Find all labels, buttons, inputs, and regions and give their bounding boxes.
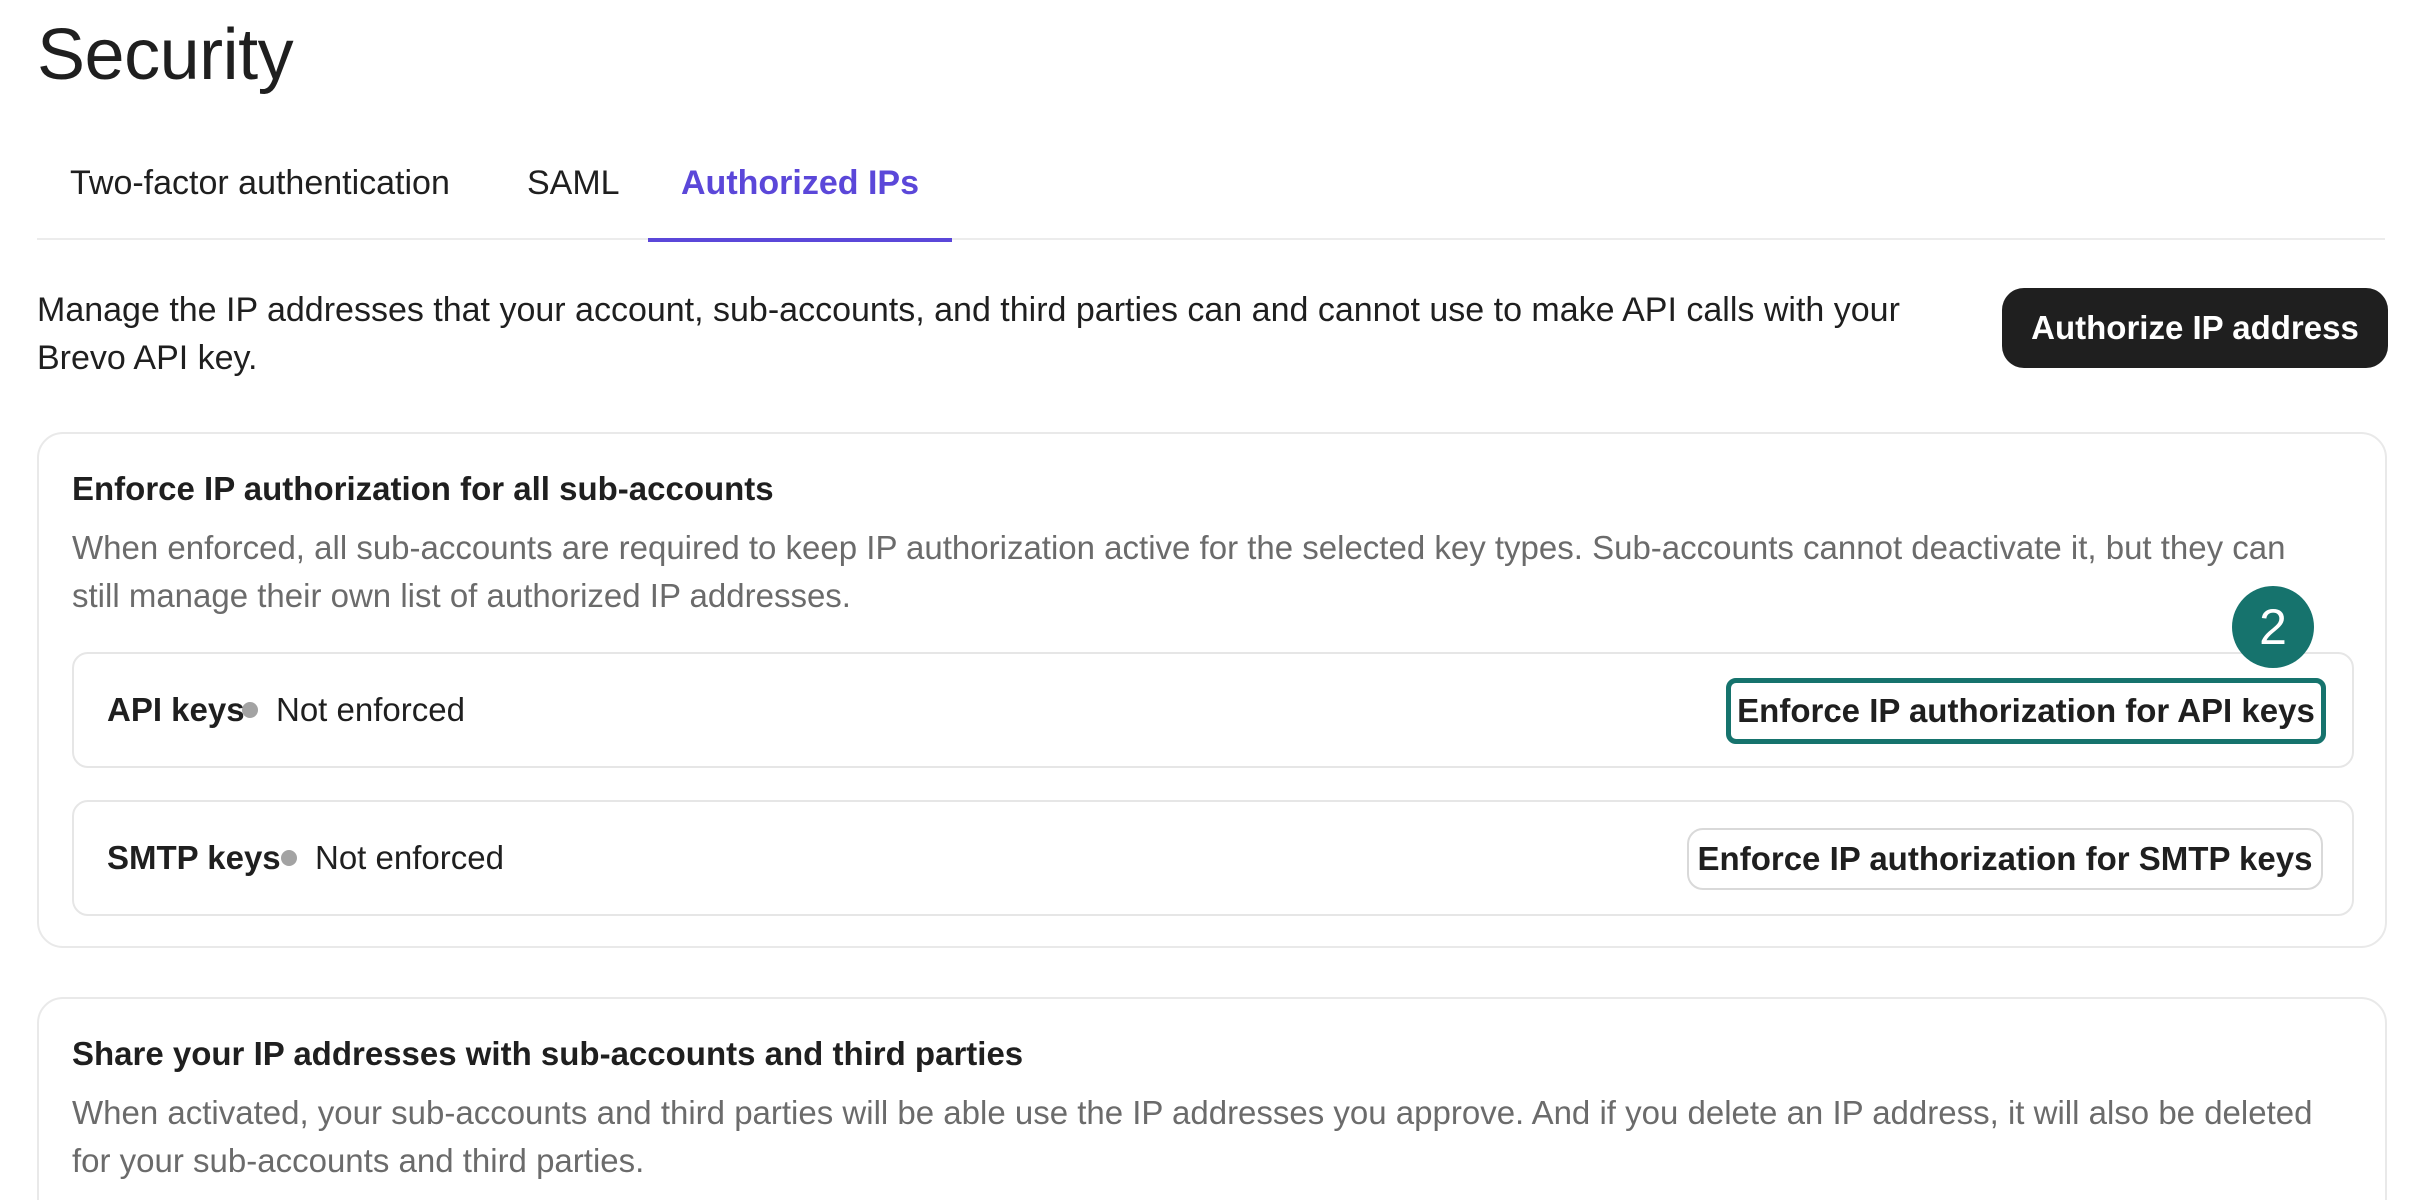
enforce-card-description: When enforced, all sub-accounts are requ… [72, 529, 2286, 614]
enforce-api-keys-button[interactable]: Enforce IP authorization for API keys [1726, 678, 2326, 744]
authorize-ip-address-button[interactable]: Authorize IP address [2002, 288, 2388, 368]
enforce-card-title: Enforce IP authorization for all sub-acc… [72, 470, 774, 507]
page-title: Security [37, 15, 294, 95]
api-keys-label: API keys [107, 691, 245, 728]
enforce-ip-authorization-card: Enforce IP authorization for all sub-acc… [37, 432, 2387, 948]
status-dot-icon [242, 702, 258, 718]
smtp-keys-status-text: Not enforced [315, 839, 504, 876]
api-keys-row: API keys Not enforced Enforce IP authori… [72, 652, 2354, 768]
security-tabs: Two-factor authentication SAML Authorize… [37, 150, 2385, 242]
smtp-keys-label: SMTP keys [107, 839, 281, 876]
smtp-keys-status: Not enforced [281, 802, 504, 914]
security-page: Security Two-factor authentication SAML … [0, 0, 2426, 1200]
tab-authorized-ips[interactable]: Authorized IPs [647, 150, 953, 242]
share-ip-addresses-card: Share your IP addresses with sub-account… [37, 997, 2387, 1200]
enforce-smtp-keys-button[interactable]: Enforce IP authorization for SMTP keys [1687, 828, 2323, 890]
smtp-keys-row: SMTP keys Not enforced Enforce IP author… [72, 800, 2354, 916]
share-card-title: Share your IP addresses with sub-account… [72, 1035, 1024, 1072]
tab-two-factor-authentication[interactable]: Two-factor authentication [70, 150, 450, 240]
intro-text: Manage the IP addresses that your accoun… [37, 291, 1900, 377]
share-card-description: When activated, your sub-accounts and th… [72, 1094, 2313, 1179]
api-keys-status: Not enforced [242, 654, 465, 766]
tab-saml[interactable]: SAML [527, 150, 620, 240]
step-number-badge: 2 [2232, 586, 2314, 668]
status-dot-icon [281, 850, 297, 866]
api-keys-status-text: Not enforced [276, 691, 465, 728]
